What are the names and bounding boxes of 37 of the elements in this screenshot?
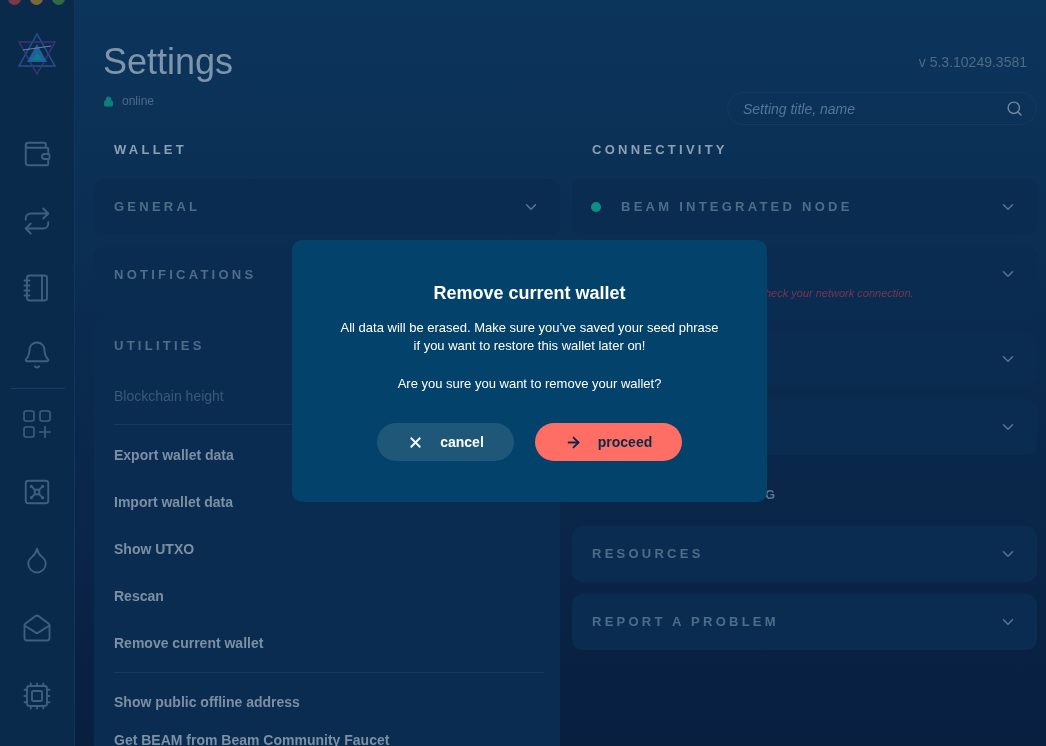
panel-title: UTILITIES [114, 337, 205, 355]
logo-icon [15, 32, 59, 76]
utility-link[interactable]: Show public offline address [114, 693, 300, 710]
dialog-message: if you want to restore this wallet later on! [413, 337, 646, 355]
search-icon[interactable] [1006, 100, 1023, 117]
lock-icon [103, 95, 114, 107]
apps-icon[interactable] [22, 409, 52, 439]
section-heading: G [765, 487, 776, 503]
panel-title: NOTIFICATIONS [114, 266, 257, 285]
connection-status: online [122, 94, 155, 108]
dialog-question: Are you sure you want to remove your wallet? [397, 375, 662, 393]
section-heading: CONNECTIVITY [592, 142, 729, 158]
panel-title: RESOURCES [592, 545, 704, 564]
page-title: Settings [103, 40, 234, 84]
section-heading: WALLET [114, 142, 188, 158]
settings-panel[interactable]: GENERAL [94, 179, 560, 235]
panel-title: GENERAL [114, 198, 201, 217]
chip-icon[interactable] [22, 681, 52, 711]
envelope-icon[interactable] [22, 613, 52, 643]
cancel-button[interactable]: cancel [377, 423, 514, 461]
search-field[interactable]: Setting title, name [727, 92, 1037, 125]
utility-link[interactable]: Rescan [114, 587, 164, 604]
bell-icon[interactable] [22, 340, 52, 370]
utility-link[interactable]: Export wallet data [114, 446, 234, 463]
utility-link[interactable]: Import wallet data [114, 493, 234, 510]
settings-panel[interactable]: RESOURCES [572, 526, 1037, 582]
version-label: v 5.3.10249.3581 [918, 53, 1027, 71]
panel-title: BEAM INTEGRATED NODE [621, 198, 853, 217]
settings-panel[interactable]: REPORT A PROBLEM [572, 594, 1037, 650]
utility-link[interactable]: Remove current wallet [114, 634, 264, 651]
wallet-icon[interactable] [22, 139, 52, 169]
exchange-icon[interactable] [22, 206, 52, 236]
panel-title: REPORT A PROBLEM [592, 613, 779, 632]
proceed-button[interactable]: proceed [535, 423, 682, 461]
dialog-message: All data will be erased. Make sure you’ve saved your seed phrase [340, 319, 719, 337]
safe-icon[interactable] [22, 477, 52, 507]
utility-link[interactable]: Show UTXO [114, 540, 195, 557]
